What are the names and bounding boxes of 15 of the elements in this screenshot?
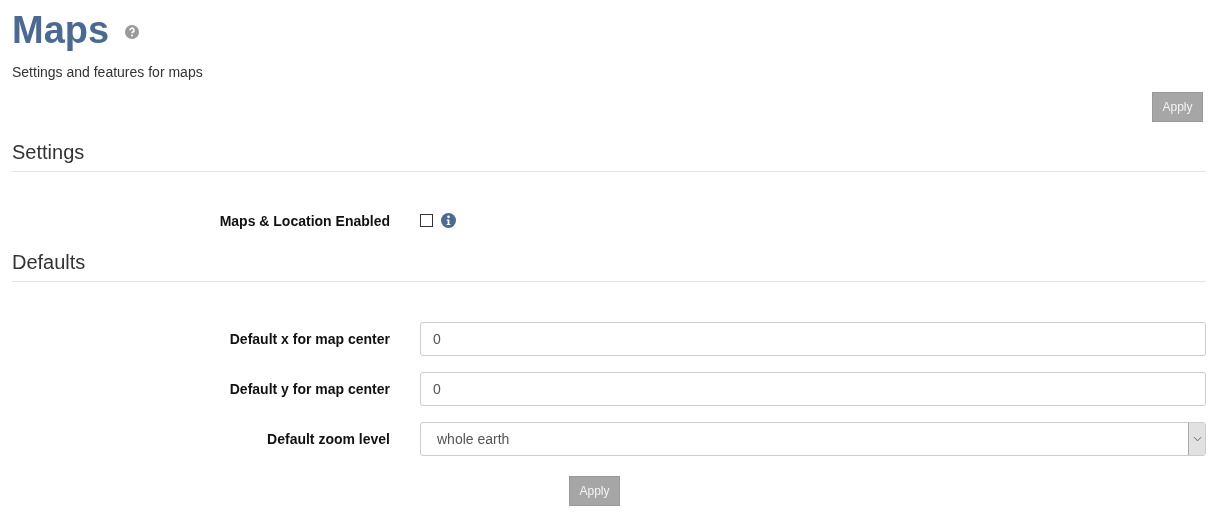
page-title: Maps [12, 8, 110, 52]
text-field[interactable]: 0 [420, 372, 1206, 406]
section-heading: Settings [12, 141, 86, 164]
dropdown[interactable]: whole earth [420, 422, 1206, 456]
chevron-down-icon [1192, 436, 1202, 442]
field-label: Maps & Location Enabled [218, 212, 390, 229]
field-label: Default y for map center [228, 381, 390, 397]
field-label: Default x for map center [228, 331, 390, 347]
field-label: Default zoom level [266, 431, 390, 447]
help-icon[interactable] [125, 25, 140, 39]
section-heading: Defaults [12, 251, 87, 274]
page-subtitle: Settings and features for maps [12, 64, 204, 80]
text-field[interactable]: 0 [420, 322, 1206, 356]
checkbox[interactable] [420, 214, 433, 227]
info-icon[interactable] [441, 213, 456, 228]
